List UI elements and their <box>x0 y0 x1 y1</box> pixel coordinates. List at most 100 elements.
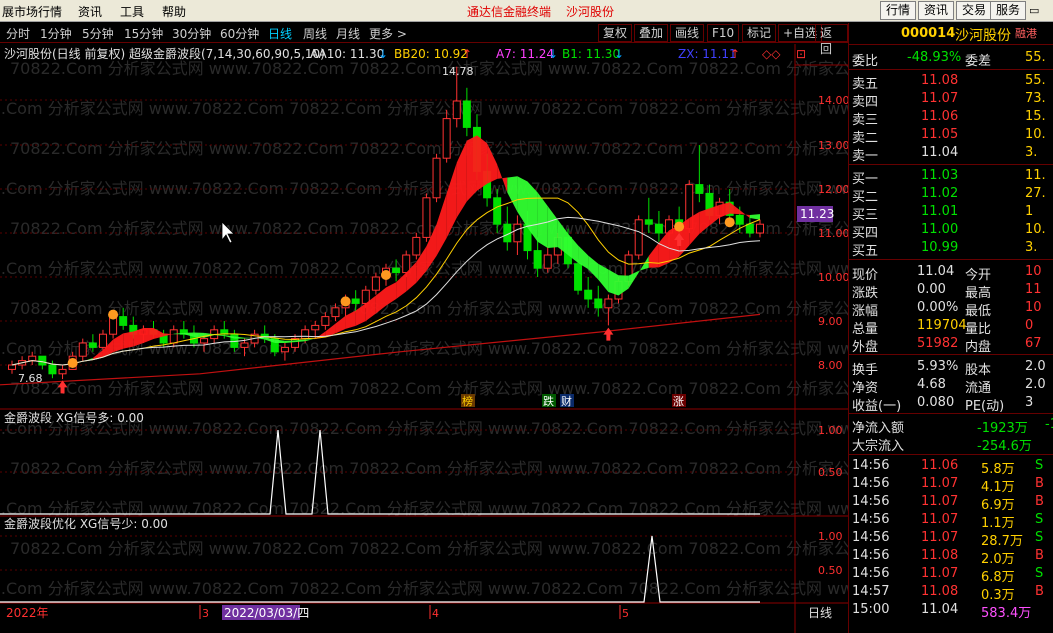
tick-time: 14:56 <box>852 512 890 527</box>
period-weekly[interactable]: 周线 <box>303 25 327 42</box>
axis-label-11: 11.00 <box>818 227 848 240</box>
watermark-text: 70822.Com 分析家公式网 www.70822.Com 70822.Com… <box>0 499 848 518</box>
candle <box>280 346 289 353</box>
quote-button[interactable]: 行情 <box>880 1 917 20</box>
weibi-label: 委比 <box>852 54 879 69</box>
news-button[interactable]: 资讯 <box>918 1 955 20</box>
menu-news[interactable]: 资讯 <box>78 3 102 20</box>
tick-row: 14:56 11.07 28.7万 S <box>849 529 1053 549</box>
candle <box>574 263 583 291</box>
tick-time: 14:57 <box>852 584 890 599</box>
bid-price: 10.99 <box>921 240 959 255</box>
diamond-icon[interactable]: ◇◇ <box>762 47 781 61</box>
signal-flame-icon <box>108 309 119 320</box>
period-more[interactable]: 更多 > <box>369 25 407 42</box>
candle <box>654 223 663 234</box>
period-30min[interactable]: 30分钟 <box>172 25 211 42</box>
candle <box>745 223 754 234</box>
f10-button[interactable]: F10 <box>707 24 740 42</box>
menu-bar: 展市场行情 资讯 工具 帮助 通达信金融终端 沙河股份 行情 资讯 交易 服务 … <box>0 0 1053 22</box>
period-toolbar: 分时 1分钟 5分钟 15分钟 30分钟 60分钟 日线 周线 月线 更多 > … <box>0 23 848 56</box>
window-stock-title: 沙河股份 <box>566 5 615 19</box>
date-mark-5: 5 <box>622 607 629 620</box>
tick-row: 14:56 11.06 5.8万 S <box>849 457 1053 477</box>
ribbon-segment-up <box>648 242 659 268</box>
flow-value: -254.6万 <box>977 439 1032 454</box>
period-60min[interactable]: 60分钟 <box>220 25 259 42</box>
candle <box>462 100 471 128</box>
menu-market[interactable]: 展市场行情 <box>2 3 62 20</box>
fundamental-row: 净资 4.68 流通 2.0 <box>849 376 1053 396</box>
fund-label: PE(动) <box>965 399 1005 414</box>
service-button[interactable]: 服务 <box>990 1 1026 20</box>
axis-label-14: 14.00 <box>818 94 848 107</box>
candle <box>8 364 16 370</box>
event-fall-text: 跌 <box>543 394 554 408</box>
ask-volume: 3. <box>1025 145 1038 160</box>
ribbon-segment-up <box>123 331 134 349</box>
tick-price: 11.07 <box>921 530 959 545</box>
stat-row: 涨幅 0.00% 最低 10 <box>849 299 1053 319</box>
period-daily[interactable]: 日线 <box>268 25 292 42</box>
ask-price: 11.05 <box>921 127 959 142</box>
a7-value: A7: 11.24 <box>496 47 554 61</box>
ribbon-segment-up <box>729 202 740 215</box>
axis-label-9: 9.00 <box>818 315 843 328</box>
minimize-icon[interactable]: ▭ <box>1029 4 1039 17</box>
bid-row: 买三 11.01 1 <box>849 203 1053 223</box>
bid-row: 买二 11.02 27. <box>849 185 1053 205</box>
ask-row: 卖五 11.08 55. <box>849 72 1053 92</box>
candle <box>432 157 441 199</box>
draw-button[interactable]: 画线 <box>670 24 705 42</box>
bb20-value: BB20: 10.92 <box>394 47 468 61</box>
candle <box>301 329 310 340</box>
period-15min[interactable]: 15分钟 <box>124 25 163 42</box>
ribbon-segment-up <box>466 135 477 202</box>
tick-time: 14:56 <box>852 458 890 473</box>
candle <box>392 267 401 274</box>
axis-label-10: 10.00 <box>818 271 848 284</box>
stat-value: 0 <box>1025 318 1034 333</box>
period-5min[interactable]: 5分钟 <box>82 25 114 42</box>
menu-tools[interactable]: 工具 <box>120 3 144 20</box>
back-button[interactable]: 返回 <box>815 24 848 56</box>
period-1min[interactable]: 1分钟 <box>40 25 72 42</box>
b1-arrow: ↓ <box>614 47 624 61</box>
tick-row: 14:56 11.08 2.0万 B <box>849 547 1053 567</box>
fund-value: 5.93% <box>917 359 959 374</box>
watermark-text: 70822.Com 分析家公式网 www.70822.Com 70822.Com… <box>10 59 848 78</box>
menu-help[interactable]: 帮助 <box>162 3 186 20</box>
flow-extra: -1 <box>1045 417 1053 432</box>
tick-price: 11.08 <box>921 548 959 563</box>
stat-row: 外盘 51982 内盘 67 <box>849 335 1053 355</box>
kline-chart[interactable]: 70822.Com 分析家公式网 www.70822.Com 70822.Com… <box>0 44 848 633</box>
candle <box>98 333 107 348</box>
trade-button[interactable]: 交易 <box>956 1 993 20</box>
watermark-text: 70822.Com 分析家公式网 www.70822.Com 70822.Com… <box>0 579 848 598</box>
ribbon-segment-down <box>618 275 629 296</box>
lock-icon[interactable]: ⊡ <box>796 47 806 61</box>
ask-label: 卖一 <box>852 149 879 164</box>
period-label: 日线 <box>808 606 832 620</box>
period-intraday[interactable]: 分时 <box>6 25 30 42</box>
aa10-arrow: ↓ <box>378 47 388 61</box>
candle <box>543 254 552 269</box>
fund-label: 收益(一) <box>852 399 902 414</box>
period-monthly[interactable]: 月线 <box>336 25 360 42</box>
overlay-button[interactable]: 叠加 <box>634 24 669 42</box>
candle <box>513 223 522 243</box>
stat-value: 0.00 <box>917 282 946 297</box>
ribbon-segment-up <box>436 193 447 256</box>
tick-time: 15:00 <box>852 602 890 617</box>
candle <box>604 298 613 309</box>
chart-canvas[interactable]: 70822.Com 分析家公式网 www.70822.Com 70822.Com… <box>0 44 848 633</box>
tick-time: 14:56 <box>852 566 890 581</box>
flow-label: 大宗流入 <box>852 439 905 454</box>
ind1-axis-top: 1.00 <box>818 424 843 437</box>
candle <box>200 338 209 344</box>
low-price-label: 7.68 <box>18 372 43 385</box>
mark-button[interactable]: 标记 <box>742 24 777 42</box>
adjust-button[interactable]: 复权 <box>598 24 633 42</box>
tick-side: S <box>1035 458 1044 473</box>
indicator1-title: 金爵波段 XG信号多: 0.00 <box>4 410 144 425</box>
